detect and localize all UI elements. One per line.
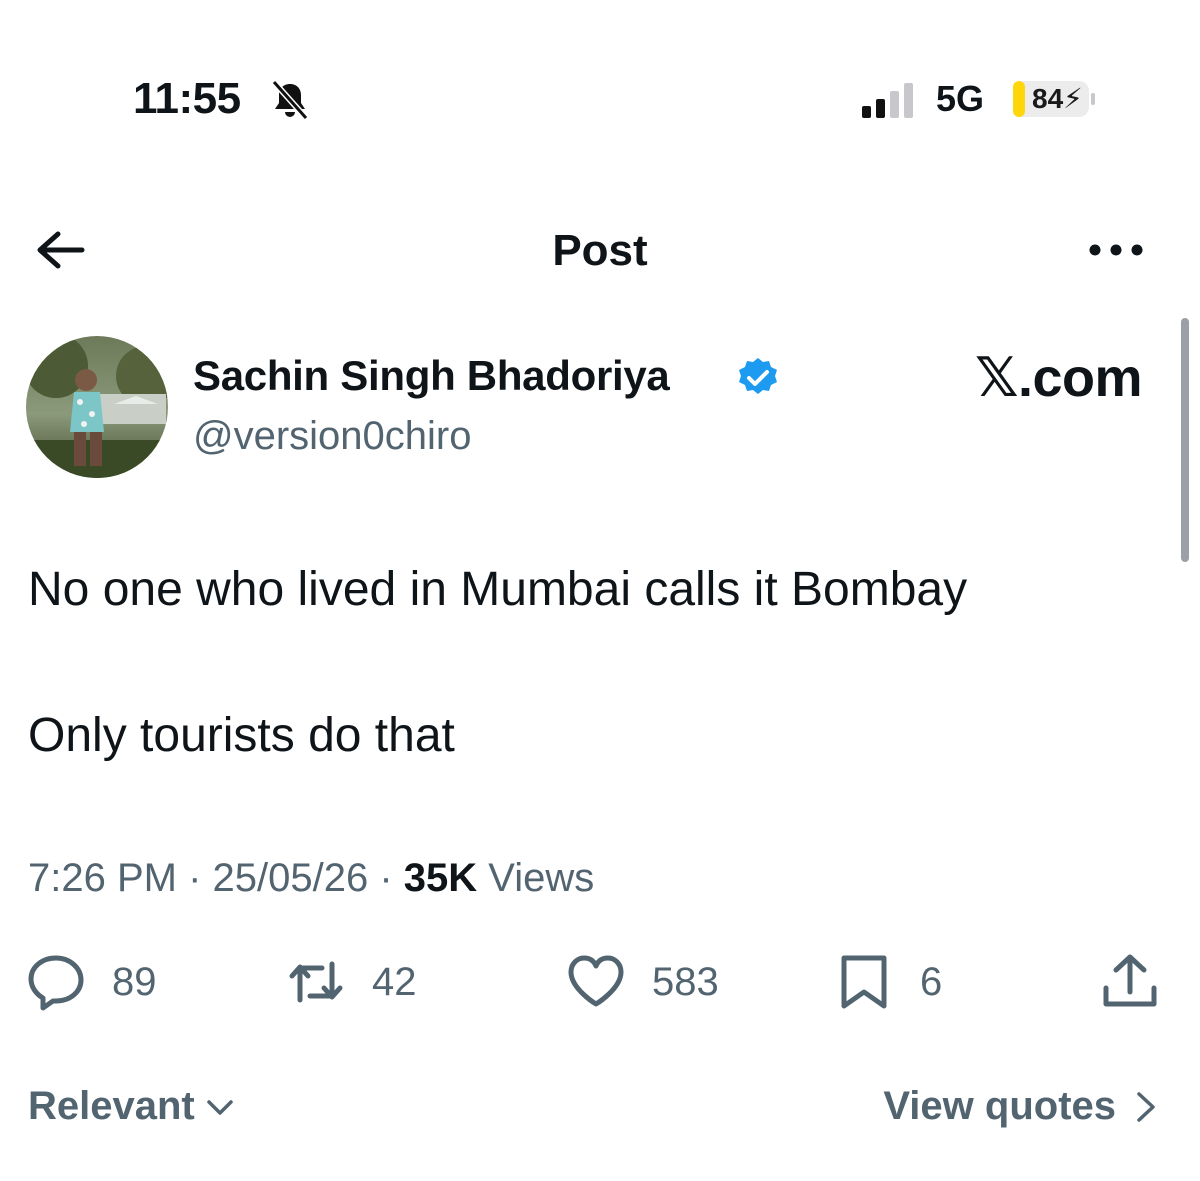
post-meta: 7:26 PM · 25/05/26 · 35K Views (28, 856, 594, 901)
source-label: 𝕏.com (974, 348, 1143, 408)
repost-icon (289, 961, 343, 1003)
post-time: 7:26 PM (28, 856, 177, 900)
display-name[interactable]: Sachin Singh Bhadoriya (193, 352, 670, 400)
reply-button[interactable]: 89 (26, 952, 157, 1012)
post-text-line: Only tourists do that (28, 709, 455, 762)
share-button[interactable] (1100, 952, 1160, 1012)
views-label: Views (477, 856, 595, 900)
like-count: 583 (652, 959, 719, 1004)
repost-count: 42 (372, 959, 417, 1004)
post-screen: 11:55 5G 84⚡ Post Sachin Singh Bhadoriya… (0, 0, 1200, 1181)
views-count[interactable]: 35K (404, 856, 477, 900)
post-text-line: No one who lived in Mumbai calls it Bomb… (28, 563, 968, 616)
user-handle[interactable]: @version0chiro (193, 414, 472, 459)
reply-count: 89 (112, 959, 157, 1004)
bookmark-count: 6 (920, 959, 943, 1004)
view-quotes-link[interactable]: View quotes (883, 1084, 1160, 1129)
bell-slash-icon (271, 80, 309, 120)
bookmark-button[interactable]: 6 (834, 952, 942, 1012)
avatar[interactable] (26, 336, 168, 478)
post-date: 25/05/26 (212, 856, 369, 900)
sort-dropdown[interactable]: Relevant (28, 1084, 235, 1129)
bookmark-icon (841, 955, 887, 1009)
chevron-right-icon (1137, 1091, 1155, 1122)
reply-icon (28, 955, 84, 1011)
verified-badge-icon (739, 358, 777, 394)
battery-level: 84⚡ (1032, 83, 1083, 114)
like-button[interactable]: 583 (566, 952, 719, 1012)
view-quotes-label: View quotes (883, 1084, 1116, 1128)
sort-label: Relevant (28, 1084, 195, 1128)
scrollbar[interactable] (1181, 318, 1189, 562)
meta-separator: · (368, 856, 404, 900)
cellular-signal-icon (862, 83, 913, 118)
status-time: 11:55 (133, 74, 241, 123)
page-title: Post (552, 226, 648, 275)
chevron-down-icon (207, 1099, 233, 1115)
like-icon (568, 955, 624, 1007)
meta-separator: · (176, 856, 213, 900)
more-dots-icon[interactable] (1086, 236, 1146, 264)
share-icon (1103, 954, 1157, 1007)
network-type: 5G (936, 78, 985, 119)
repost-button[interactable]: 42 (286, 952, 417, 1012)
